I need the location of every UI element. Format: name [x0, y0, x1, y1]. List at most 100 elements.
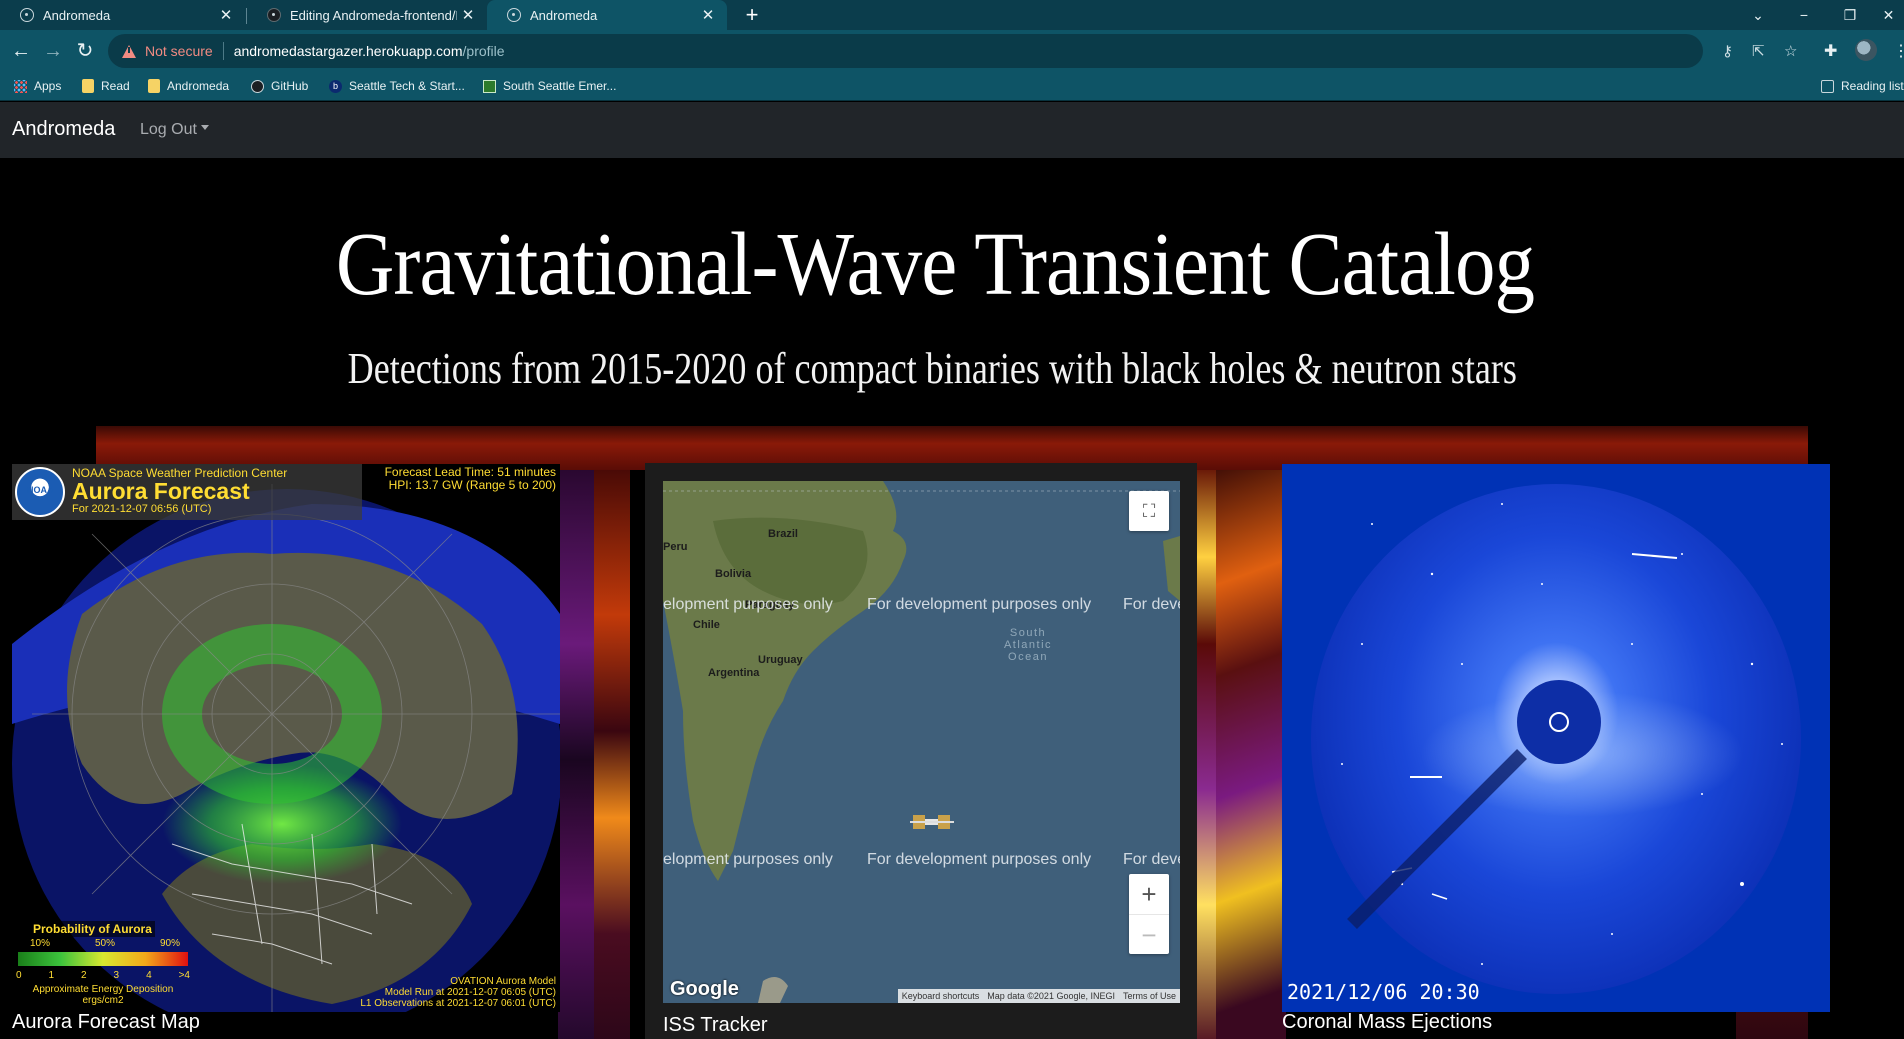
hpi-value: HPI: 13.7 GW (Range 5 to 200) — [388, 478, 556, 492]
bookmark-apps[interactable]: Apps — [14, 78, 61, 94]
legend-tick: 0 — [16, 970, 22, 981]
bookmark-github[interactable]: GitHub — [251, 78, 308, 94]
noaa-logo: NOAA — [15, 467, 65, 517]
legend-percentages: 10% 50% 90% — [30, 938, 180, 949]
reload-icon[interactable]: ↻ — [72, 38, 98, 64]
github-icon — [251, 79, 264, 93]
south-america-landmass — [663, 481, 1180, 1003]
zoom-in-button[interactable]: + — [1129, 874, 1169, 914]
andromeda-favicon — [20, 8, 34, 22]
map-label-bolivia: Bolivia — [715, 568, 752, 580]
logout-dropdown[interactable]: Log Out — [140, 121, 209, 139]
address-bar[interactable]: Not secure andromedastargazer.herokuapp.… — [108, 34, 1703, 68]
cme-caption: Coronal Mass Ejections — [1282, 1011, 1493, 1033]
warning-icon — [122, 44, 136, 58]
iss-caption: ISS Tracker — [663, 1014, 768, 1036]
browser-tab-strip: Andromeda ✕ Editing Andromeda-frontend/R… — [0, 0, 1904, 30]
map-label-chile: Chile — [693, 619, 720, 631]
dev-watermark: For development purposes only — [867, 851, 1092, 868]
apps-grid-icon — [14, 79, 27, 93]
legend-tick: 4 — [146, 970, 152, 981]
iss-icon — [910, 815, 954, 829]
bookmark-seattle-tech[interactable]: b Seattle Tech & Start... — [329, 78, 465, 94]
navbar-brand[interactable]: Andromeda — [12, 118, 115, 141]
map-label-argentina: Argentina — [708, 667, 760, 679]
dev-watermark: For deve — [1123, 851, 1180, 868]
aurora-forecast-image: NOAA NOAA Space Weather Prediction Cente… — [12, 464, 560, 1012]
key-icon[interactable]: ⚷ — [1722, 42, 1733, 60]
close-icon[interactable]: ✕ — [215, 6, 237, 24]
profile-avatar[interactable] — [1855, 39, 1877, 61]
energy-deposition-label: Approximate Energy Deposition ergs/cm2 — [18, 984, 188, 1006]
ocean-label: South Atlantic Ocean — [1003, 627, 1053, 663]
close-icon[interactable]: ✕ — [457, 6, 479, 24]
sun-outline — [1549, 712, 1569, 732]
bookmark-star-icon[interactable]: ☆ — [1784, 42, 1797, 60]
restore-icon[interactable]: ❐ — [1827, 0, 1873, 30]
map-data-credit: Map data ©2021 Google, INEGI — [987, 991, 1115, 1001]
tab-title: Andromeda — [530, 7, 598, 23]
menu-kebab-icon[interactable]: ⋮ — [1893, 41, 1904, 61]
hero-title: Gravitational-Wave Transient Catalog — [335, 215, 1535, 314]
legend-pct: 50% — [94, 938, 115, 949]
bookmark-andromeda[interactable]: Andromeda — [148, 78, 229, 94]
logout-label: Log Out — [140, 121, 197, 138]
reading-list-button[interactable]: Reading list — [1821, 78, 1904, 94]
bookmark-read[interactable]: Read — [82, 78, 130, 94]
chevron-down-icon — [200, 125, 209, 130]
tab-title: Andromeda — [43, 7, 111, 23]
browser-toolbar: ← → ↻ Not secure andromedastargazer.hero… — [0, 30, 1904, 71]
dev-watermark: For deve — [1123, 596, 1180, 613]
iss-map[interactable]: Brazil Bolivia Paraguay Chile Uruguay Ar… — [663, 481, 1180, 1003]
share-icon[interactable]: ⇱ — [1752, 42, 1765, 60]
b-icon: b — [329, 79, 342, 93]
energy-line: Approximate Energy Deposition — [32, 984, 174, 995]
folder-icon — [82, 79, 94, 93]
close-icon[interactable]: ✕ — [697, 6, 719, 24]
browser-tab[interactable]: Andromeda ✕ — [0, 0, 245, 30]
reading-list-label: Reading list — [1841, 79, 1904, 93]
legend-tick: 1 — [48, 970, 55, 981]
reading-list-icon — [1821, 79, 1834, 93]
map-attribution: Keyboard shortcuts Map data ©2021 Google… — [897, 989, 1180, 1003]
main-content: Gravitational-Wave Transient Catalog Det… — [0, 158, 1904, 1039]
map-label-peru: Peru — [663, 541, 688, 553]
bookmarks-bar: Apps Read Andromeda GitHub b Seattle Tec… — [0, 71, 1904, 101]
bookmark-south-seattle[interactable]: South Seattle Emer... — [483, 78, 616, 94]
bookmark-label: Andromeda — [167, 79, 230, 93]
bookmark-label: Apps — [34, 79, 62, 93]
energy-unit: ergs/cm2 — [82, 995, 124, 1006]
map-label-uruguay: Uruguay — [758, 654, 803, 666]
bookmark-label: GitHub — [271, 79, 309, 93]
url-divider — [222, 42, 224, 60]
url-host: andromedastargazer.herokuapp.com — [233, 43, 463, 59]
security-label[interactable]: Not secure — [145, 43, 213, 59]
tab-search-icon[interactable]: ⌄ — [1735, 0, 1781, 30]
back-icon[interactable]: ← — [8, 38, 34, 64]
google-logo[interactable]: Google — [670, 978, 739, 1001]
forward-icon[interactable]: → — [40, 38, 66, 64]
hero-subtitle: Detections from 2015-2020 of compact bin… — [347, 344, 1517, 393]
legend-pct: 90% — [159, 938, 180, 949]
browser-tab[interactable]: Editing Andromeda-frontend/RE ✕ — [247, 0, 487, 30]
app-navbar: Andromeda Log Out — [0, 102, 1904, 158]
browser-tab-active[interactable]: Andromeda ✕ — [487, 0, 727, 30]
legend-tick: 2 — [81, 970, 87, 981]
dev-watermark: elopment purposes only — [663, 851, 833, 868]
tab-title: Editing Andromeda-frontend/RE — [290, 7, 457, 23]
terms-link[interactable]: Terms of Use — [1123, 989, 1176, 1003]
zoom-out-button[interactable]: − — [1129, 914, 1169, 954]
dev-watermark: For development purposes only — [867, 596, 1092, 613]
minimize-icon[interactable]: − — [1781, 0, 1827, 30]
bookmark-label: Seattle Tech & Start... — [349, 79, 465, 93]
keyboard-shortcuts-link[interactable]: Keyboard shortcuts — [902, 989, 980, 1003]
model-name: OVATION Aurora Model — [450, 976, 556, 987]
cme-timestamp: 2021/12/06 20:30 — [1287, 980, 1480, 1004]
dev-watermark: elopment purposes only — [663, 596, 833, 613]
legend-pct: 10% — [30, 938, 51, 949]
legend-scale: 0 1 2 3 4 >4 — [16, 970, 190, 981]
fullscreen-button[interactable]: ⛶ — [1129, 491, 1169, 531]
close-window-icon[interactable]: ✕ — [1873, 0, 1904, 30]
new-tab-button[interactable]: + — [738, 2, 766, 28]
extensions-icon[interactable]: ✚ — [1824, 41, 1837, 61]
